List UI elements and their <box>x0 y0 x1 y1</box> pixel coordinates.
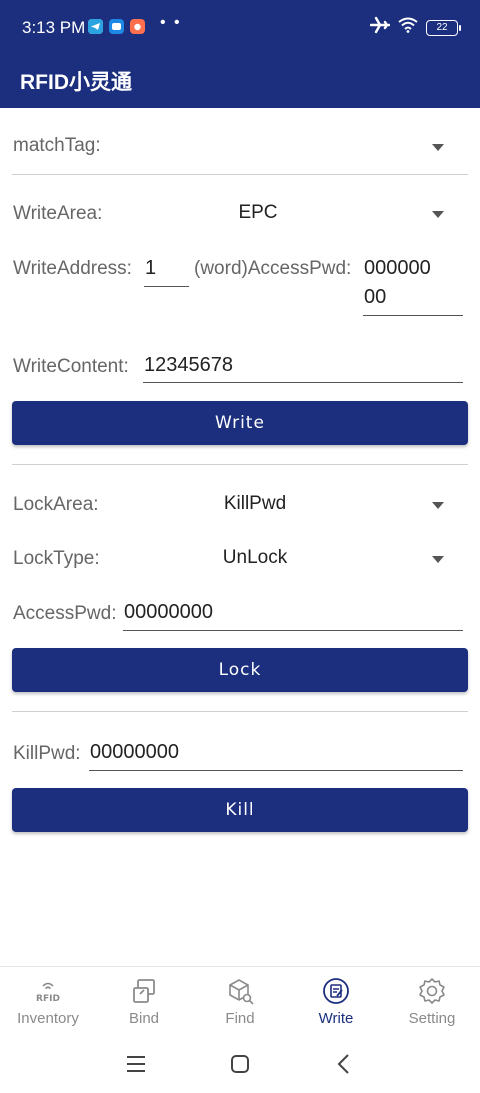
rfid-icon: RFID <box>34 977 62 1005</box>
nav-label-inventory: Inventory <box>17 1010 79 1027</box>
nav-item-find[interactable]: Find <box>192 967 288 1037</box>
status-right: 22 <box>369 16 461 39</box>
match-tag-label: matchTag: <box>13 135 101 156</box>
lock-access-pwd-input[interactable]: 00000000 <box>124 601 213 624</box>
write-content-underline <box>143 382 463 383</box>
write-content-label: WriteContent: <box>13 356 129 377</box>
divider <box>12 711 468 712</box>
gear-icon <box>418 977 446 1005</box>
telegram-icon <box>88 19 103 34</box>
nav-label-setting: Setting <box>408 1010 456 1027</box>
nav-item-inventory[interactable]: RFID Inventory <box>0 967 96 1037</box>
write-access-pwd-underline <box>363 315 463 316</box>
status-bar: 3:13 PM • • 22 <box>0 0 480 56</box>
back-icon[interactable] <box>336 1053 350 1080</box>
lock-button[interactable]: Lock <box>12 648 468 692</box>
write-address-input[interactable]: 1 <box>145 257 156 280</box>
find-icon <box>226 977 254 1005</box>
lock-access-pwd-label: AccessPwd: <box>13 603 117 624</box>
rfid-icon-text: RFID <box>36 994 60 1004</box>
bottom-nav: RFID Inventory Bind Find Write Setting <box>0 966 480 1036</box>
write-access-pwd-input-line2[interactable]: 00 <box>364 286 386 309</box>
write-area-dropdown-icon[interactable] <box>432 211 444 218</box>
app-notification-icon <box>130 19 145 34</box>
lock-type-select[interactable]: UnLock <box>205 547 305 569</box>
divider <box>12 464 468 465</box>
status-time: 3:13 PM <box>22 18 86 37</box>
nav-label-bind: Bind <box>128 1010 160 1027</box>
nav-item-write[interactable]: Write <box>288 967 384 1037</box>
nav-label-write: Write <box>318 1010 354 1027</box>
recent-apps-icon[interactable] <box>126 1055 146 1078</box>
status-dots: • • <box>160 14 182 31</box>
lock-type-label: LockType: <box>13 548 100 569</box>
word-access-pwd-label: (word)AccessPwd: <box>194 258 352 279</box>
divider <box>12 174 468 175</box>
battery-indicator: 22 <box>426 19 461 36</box>
bind-icon <box>130 977 158 1005</box>
write-address-underline <box>144 286 189 287</box>
chat-app-icon <box>109 19 124 34</box>
wifi-icon <box>398 17 418 38</box>
lock-area-label: LockArea: <box>13 494 99 515</box>
write-area-select[interactable]: EPC <box>218 202 298 224</box>
notification-icons <box>88 19 145 34</box>
write-icon <box>322 977 350 1005</box>
home-icon[interactable] <box>230 1054 250 1079</box>
app-bar: RFID小灵通 <box>0 56 480 108</box>
lock-area-select[interactable]: KillPwd <box>205 493 305 515</box>
kill-pwd-underline <box>89 770 463 771</box>
lock-area-dropdown-icon[interactable] <box>432 502 444 509</box>
kill-pwd-input[interactable]: 00000000 <box>90 741 179 764</box>
write-area-label: WriteArea: <box>13 203 103 224</box>
kill-button[interactable]: Kill <box>12 788 468 832</box>
kill-pwd-label: KillPwd: <box>13 743 81 764</box>
airplane-icon <box>369 16 391 39</box>
lock-type-dropdown-icon[interactable] <box>432 556 444 563</box>
app-title: RFID小灵通 <box>20 71 132 94</box>
nav-item-bind[interactable]: Bind <box>96 967 192 1037</box>
write-access-pwd-input-line1[interactable]: 000000 <box>364 257 431 280</box>
write-address-label: WriteAddress: <box>13 258 132 279</box>
nav-label-find: Find <box>225 1010 255 1027</box>
nav-item-setting[interactable]: Setting <box>384 967 480 1037</box>
system-nav-bar <box>0 1036 480 1093</box>
write-content-input[interactable]: 12345678 <box>144 354 233 377</box>
match-tag-dropdown-icon[interactable] <box>432 144 444 151</box>
write-button[interactable]: Write <box>12 401 468 445</box>
lock-access-pwd-underline <box>123 630 463 631</box>
